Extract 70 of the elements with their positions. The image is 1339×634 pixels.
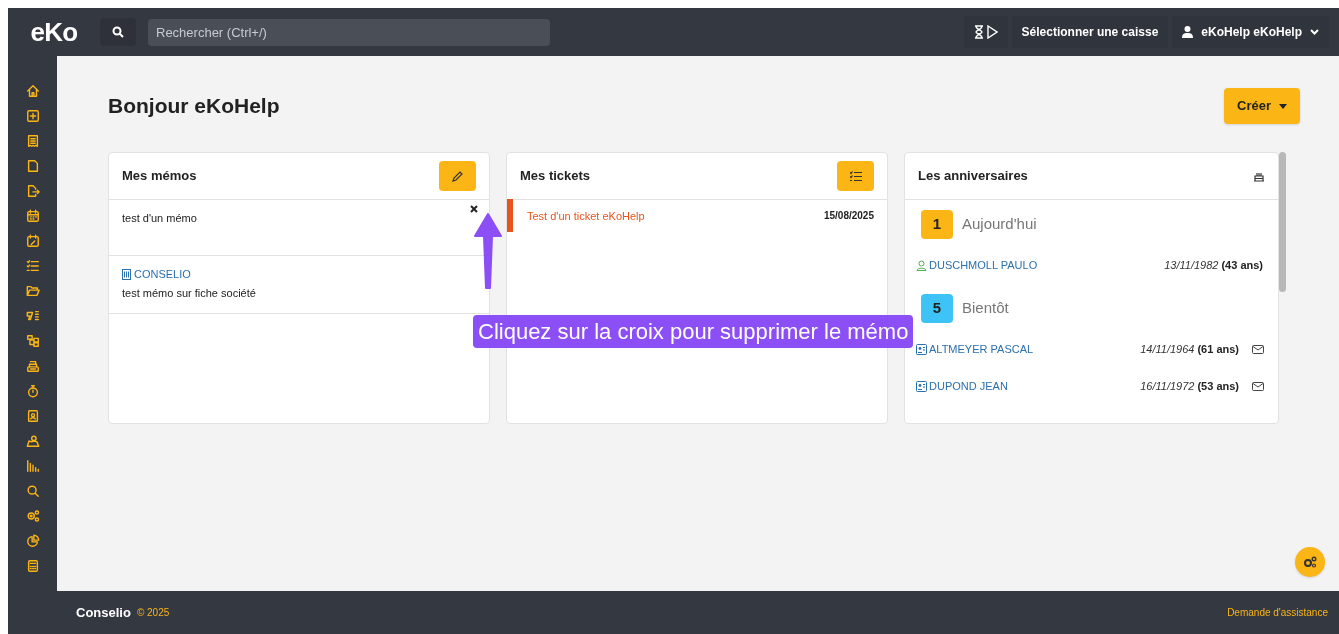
ticket-link[interactable]: Test d'un ticket eKoHelp — [527, 208, 645, 225]
scrollbar[interactable] — [1279, 152, 1286, 292]
envelope-icon — [1252, 345, 1264, 354]
ticket-list-button[interactable] — [837, 161, 874, 191]
card-title: Les anniversaires — [918, 167, 1028, 186]
age-text: (43 ans) — [1221, 258, 1263, 274]
contact-card-icon — [916, 344, 927, 355]
greeting-heading: Bonjour eKoHelp — [108, 93, 280, 120]
assistance-link[interactable]: Demande d'assistance — [1227, 605, 1328, 620]
email-button[interactable] — [1252, 381, 1264, 392]
settings-fab[interactable] — [1295, 547, 1325, 577]
age-text: (53 ans) — [1197, 379, 1239, 395]
search-icon — [25, 484, 40, 498]
cash-register-icon — [25, 359, 40, 373]
stopwatch-icon — [25, 384, 40, 398]
age-text: (61 ans) — [1197, 342, 1239, 358]
hierarchy-icon — [25, 334, 40, 348]
contact-card-icon — [25, 409, 40, 423]
bar-chart-icon — [25, 459, 40, 473]
person-link[interactable]: DUSCHMOLL PAULO — [916, 257, 1038, 274]
count-badge: 5 — [921, 294, 953, 323]
count-badge: 1 — [921, 210, 953, 239]
memo-text: test d'un mémo — [122, 211, 198, 226]
pie-chart-icon — [25, 534, 40, 548]
checklist-icon — [25, 259, 40, 273]
logo[interactable]: eKo — [30, 12, 78, 52]
close-icon — [470, 205, 478, 213]
person-icon — [916, 260, 927, 271]
building-icon — [122, 268, 131, 280]
footer-brand: Conselio — [76, 603, 131, 622]
document-icon — [25, 159, 40, 173]
person-link[interactable]: ALTMEYER PASCAL — [916, 341, 1034, 358]
envelope-icon — [1252, 382, 1264, 391]
create-button[interactable]: Créer — [1224, 88, 1300, 124]
card-title: Mes mémos — [122, 167, 197, 186]
search-button[interactable] — [100, 18, 136, 46]
search-field[interactable]: Rechercher (Ctrl+/) — [148, 18, 550, 46]
ticket-date: 15/08/2025 — [823, 209, 874, 223]
person-link[interactable]: DUPOND JEAN — [916, 378, 1008, 395]
calendar-edit-icon — [25, 234, 40, 248]
memo-text: test mémo sur fiche société — [122, 285, 257, 301]
birth-date: 16/11/1972 — [1140, 379, 1195, 395]
company-link[interactable]: CONSELIO — [122, 266, 476, 283]
group-label: Aujourd'hui — [962, 214, 1037, 235]
tag-list-icon — [25, 309, 40, 323]
copyright: © 2025 — [136, 606, 170, 620]
home-icon — [25, 84, 40, 98]
chevron-down-icon — [1310, 29, 1319, 35]
user-icon — [1182, 26, 1194, 38]
search-icon — [112, 26, 124, 38]
plus-square-icon — [25, 109, 40, 123]
birth-date: 13/11/1982 — [1164, 258, 1219, 274]
birth-date: 14/11/1964 — [1140, 342, 1195, 358]
caret-icon — [1279, 103, 1287, 109]
card-title: Mes tickets — [520, 167, 591, 186]
hourglass-play-icon — [973, 25, 998, 39]
user-menu-button[interactable]: eKoHelp eKoHelp — [1172, 16, 1329, 48]
receipt-icon — [25, 134, 40, 148]
folder-icon — [25, 284, 40, 298]
group-label: Bientôt — [962, 298, 1009, 319]
email-button[interactable] — [1252, 344, 1264, 355]
calculator-icon — [25, 559, 40, 573]
register-select-button[interactable]: Sélectionner une caisse — [1011, 16, 1169, 48]
pencil-icon — [451, 170, 464, 182]
contact-card-icon — [916, 381, 927, 392]
export-icon — [25, 184, 40, 198]
checklist-icon — [849, 170, 862, 182]
calendar-icon — [25, 209, 40, 223]
tutorial-callout: Cliquez sur la croix pour supprimer le mémo — [473, 315, 914, 348]
timer-button[interactable] — [963, 16, 1008, 48]
